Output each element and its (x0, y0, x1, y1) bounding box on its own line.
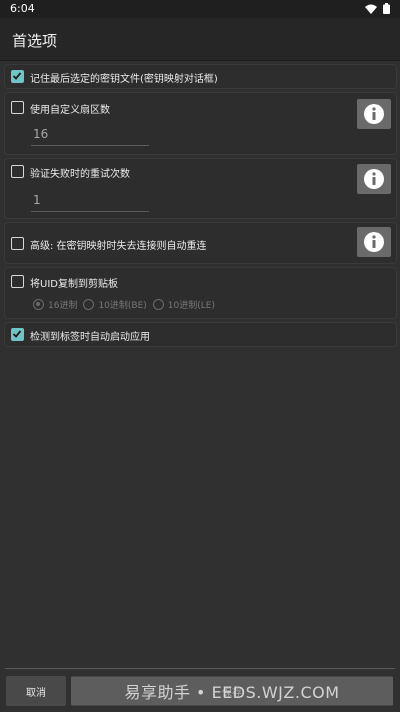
uid-format-hex-radio[interactable] (33, 299, 44, 310)
check-icon (12, 330, 22, 338)
copy-uid-checkbox[interactable] (11, 275, 24, 288)
status-time: 6:04 (10, 2, 35, 15)
footer-divider (5, 668, 395, 669)
pref-remember-key-file[interactable]: 记住最后选定的密钥文件(密钥映射对话框) (4, 64, 397, 89)
watermark: 易享助手 • EEDS.WJZ.COM (71, 677, 393, 705)
remember-key-file-checkbox[interactable] (11, 70, 24, 83)
wifi-icon (365, 4, 377, 14)
pref-copy-uid: 将UID复制到剪贴板 16进制 10进制(BE) 10进制(LE) (4, 267, 397, 319)
auto-start-on-tag-checkbox[interactable] (11, 328, 24, 341)
page-title: 首选项 (12, 32, 58, 50)
pref-auto-start-on-tag[interactable]: 检测到标签时自动启动应用 (4, 322, 397, 347)
uid-format-dec-be-radio[interactable] (83, 299, 95, 310)
auto-reconnect-info-button[interactable] (357, 227, 391, 257)
auth-retry-count-label: 验证失败时的重试次数 (30, 169, 130, 180)
auto-reconnect-checkbox[interactable] (11, 237, 24, 250)
custom-sector-count-label: 使用自定义扇区数 (30, 105, 110, 116)
auth-retry-count-checkbox[interactable] (11, 165, 24, 178)
uid-format-dec-le-label: 10进制(LE) (167, 301, 215, 311)
uid-format-hex-label: 16进制 (48, 301, 78, 311)
sector-count-info-button[interactable] (357, 99, 391, 129)
custom-sector-count-checkbox[interactable] (11, 101, 24, 114)
info-icon (364, 232, 384, 252)
cancel-button[interactable]: 取消 (6, 676, 66, 706)
uid-format-dec-le-radio[interactable] (152, 299, 164, 310)
auto-reconnect-label: 高级: 在密钥映射时失去连接则自动重连 (30, 241, 207, 252)
retry-count-value: 1 (33, 193, 41, 207)
auto-start-on-tag-label: 检测到标签时自动启动应用 (30, 332, 150, 343)
pref-custom-sector-count: 使用自定义扇区数 16 (4, 92, 397, 155)
remember-key-file-label: 记住最后选定的密钥文件(密钥映射对话框) (30, 74, 218, 85)
pref-auto-reconnect: 高级: 在密钥映射时失去连接则自动重连 (4, 222, 397, 264)
check-icon (12, 72, 22, 80)
retry-count-info-button[interactable] (357, 164, 391, 194)
sector-count-input[interactable]: 16 (31, 123, 149, 146)
info-icon (364, 169, 384, 189)
sector-count-value: 16 (33, 127, 49, 141)
status-icons (365, 3, 390, 14)
uid-format-radio-group: 16进制 10进制(BE) 10进制(LE) (33, 298, 221, 311)
pref-auth-retry-count: 验证失败时的重试次数 1 (4, 158, 397, 219)
info-icon (364, 104, 384, 124)
uid-format-dec-be-label: 10进制(BE) (98, 301, 147, 311)
retry-count-input[interactable]: 1 (31, 189, 149, 212)
copy-uid-label: 将UID复制到剪贴板 (30, 279, 118, 290)
app-bar: 首选项 (0, 18, 400, 61)
status-bar: 6:04 (0, 0, 400, 18)
battery-icon (383, 3, 390, 14)
